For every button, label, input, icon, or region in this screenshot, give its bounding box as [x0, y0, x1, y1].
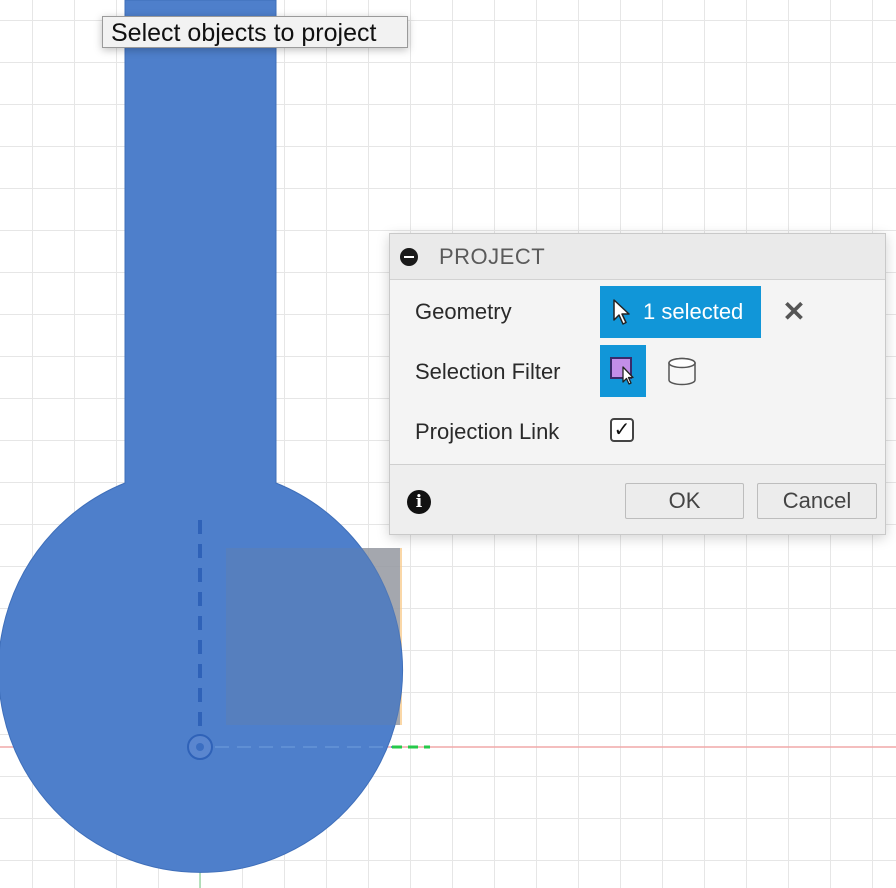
project-dialog: PROJECT Geometry 1 selected ✕ Selection … — [389, 233, 886, 535]
info-icon[interactable]: i — [407, 490, 431, 514]
overlapped-region — [226, 548, 400, 725]
dialog-title: PROJECT — [439, 244, 546, 269]
minus-circle-icon[interactable] — [400, 248, 418, 266]
dialog-header: PROJECT — [390, 234, 885, 280]
cancel-button[interactable]: Cancel — [757, 483, 877, 519]
dialog-body: Geometry 1 selected ✕ Selection Filter P… — [390, 280, 885, 465]
face-filter-button[interactable] — [600, 345, 646, 397]
center-point-dot — [196, 743, 204, 751]
selection-prompt-tooltip: Select objects to project — [102, 16, 408, 48]
geometry-selected-count: 1 selected — [643, 299, 744, 324]
projection-link-checkbox[interactable]: ✓ — [610, 418, 634, 442]
body-cylinder-icon[interactable] — [665, 357, 699, 387]
projection-link-label: Projection Link — [415, 419, 560, 444]
ok-button[interactable]: OK — [625, 483, 744, 519]
geometry-label: Geometry — [415, 299, 512, 324]
arrow-cursor-icon — [613, 299, 630, 325]
selection-filter-label: Selection Filter — [415, 359, 561, 384]
geometry-selection-button[interactable]: 1 selected — [600, 286, 761, 338]
close-icon[interactable]: ✕ — [782, 292, 806, 332]
face-select-icon — [610, 357, 634, 385]
